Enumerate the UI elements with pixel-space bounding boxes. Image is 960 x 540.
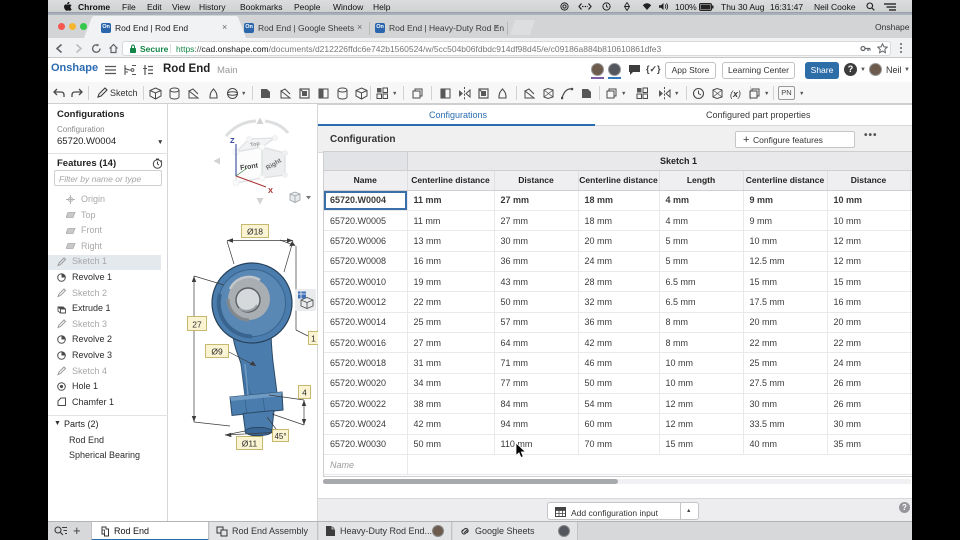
svg-text:4: 4 xyxy=(302,388,307,398)
svg-text:1: 1 xyxy=(311,334,316,344)
svg-text:X: X xyxy=(268,186,273,195)
svg-text:Ø18: Ø18 xyxy=(247,227,263,237)
svg-text:Ø11: Ø11 xyxy=(242,439,258,449)
svg-text:Z: Z xyxy=(230,136,235,145)
svg-text:45°: 45° xyxy=(274,432,286,441)
svg-text:Ø9: Ø9 xyxy=(211,347,223,357)
svg-text:27: 27 xyxy=(192,320,202,330)
